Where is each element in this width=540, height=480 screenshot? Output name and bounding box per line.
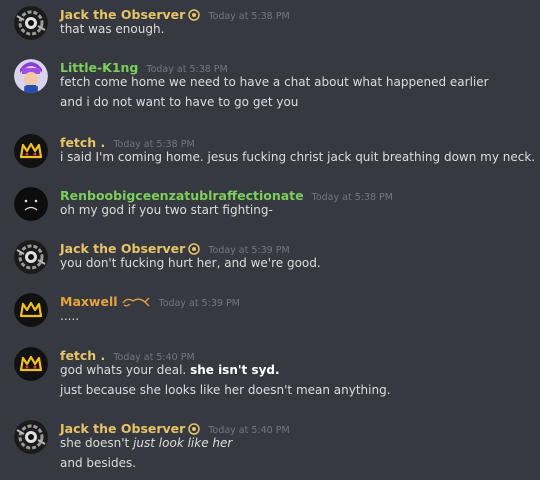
yellow-crown-avatar[interactable] xyxy=(14,134,48,168)
message-text: oh my god if you two start fighting- xyxy=(60,203,273,217)
message-header: fetch . Today at 5:40 PM xyxy=(60,345,195,363)
message-text: i said I'm coming home. jesus fucking ch… xyxy=(60,150,536,164)
message: Jack the Observer Today at 5:40 PM she do… xyxy=(0,418,540,478)
timestamp: Today at 5:39 PM xyxy=(208,245,290,256)
author-name[interactable]: Maxwell xyxy=(60,294,118,309)
message-text-plain: she doesn't xyxy=(60,436,130,450)
message-header: Maxwell Today at 5:39 PM xyxy=(60,291,240,309)
author-name[interactable]: fetch . xyxy=(60,348,105,363)
message-text: just because she looks like her doesn't … xyxy=(60,383,391,397)
author-name[interactable]: Renboobigceenzatublraffectionate xyxy=(60,188,304,203)
fish-badge-icon xyxy=(121,293,151,312)
message-text-italic: just look like her xyxy=(133,436,233,450)
eye-machine-avatar[interactable] xyxy=(14,240,48,274)
author-name[interactable]: Jack the Observer xyxy=(60,7,185,22)
timestamp: Today at 5:38 PM xyxy=(311,192,393,203)
message-header: Jack the Observer Today at 5:39 PM xyxy=(60,238,290,256)
message-header: Renboobigceenzatublraffectionate Today at… xyxy=(60,185,393,203)
message: Little-K1ng Today at 5:38 PM fetch come h… xyxy=(0,57,540,117)
author-name[interactable]: Jack the Observer xyxy=(60,421,185,436)
message-text: fetch come home we need to have a chat a… xyxy=(60,75,489,89)
timestamp: Today at 5:38 PM xyxy=(146,64,228,75)
message: fetch . Today at 5:40 PM god whats your d… xyxy=(0,345,540,405)
author-name[interactable]: Little-K1ng xyxy=(60,60,138,75)
purple-hair-character-avatar[interactable] xyxy=(14,59,48,93)
message-text: and i do not want to have to go get you xyxy=(60,95,299,109)
message-text: she doesn't just look like her xyxy=(60,436,232,450)
message-header: Jack the Observer Today at 5:40 PM xyxy=(60,418,290,436)
message: fetch . Today at 5:38 PM i said I'm comin… xyxy=(0,132,540,172)
message-text: and besides. xyxy=(60,456,137,470)
message-text-plain: god whats your deal. xyxy=(60,363,187,377)
message: Jack the Observer Today at 5:39 PM you do… xyxy=(0,238,540,278)
message-header: Jack the Observer Today at 5:38 PM xyxy=(60,4,290,22)
author-name[interactable]: Jack the Observer xyxy=(60,241,185,256)
message: Renboobigceenzatublraffectionate Today at… xyxy=(0,185,540,225)
author-name[interactable]: fetch . xyxy=(60,135,105,150)
timestamp: Today at 5:38 PM xyxy=(113,139,195,150)
message: Maxwell Today at 5:39 PM ..... xyxy=(0,291,540,331)
timestamp: Today at 5:40 PM xyxy=(208,425,290,436)
eye-machine-avatar[interactable] xyxy=(14,6,48,40)
message-text: you don't fucking hurt her, and we're go… xyxy=(60,256,321,270)
message: Jack the Observer Today at 5:38 PM that w… xyxy=(0,4,540,48)
eye-badge-icon xyxy=(188,6,201,25)
timestamp: Today at 5:39 PM xyxy=(158,298,240,309)
eye-machine-avatar[interactable] xyxy=(14,420,48,454)
message-header: Little-K1ng Today at 5:38 PM xyxy=(60,57,228,75)
message-text: god whats your deal. she isn't syd. xyxy=(60,363,280,377)
chat-log: Jack the Observer Today at 5:38 PM that w… xyxy=(0,0,540,480)
yellow-crown-avatar[interactable] xyxy=(14,293,48,327)
message-text-bold: she isn't syd. xyxy=(190,363,280,377)
yellow-crown-avatar[interactable] xyxy=(14,347,48,381)
message-text: ..... xyxy=(60,309,80,323)
message-header: fetch . Today at 5:38 PM xyxy=(60,132,195,150)
timestamp: Today at 5:38 PM xyxy=(208,11,290,22)
message-text: that was enough. xyxy=(60,22,165,36)
timestamp: Today at 5:40 PM xyxy=(113,352,195,363)
sad-face-avatar[interactable] xyxy=(14,187,48,221)
